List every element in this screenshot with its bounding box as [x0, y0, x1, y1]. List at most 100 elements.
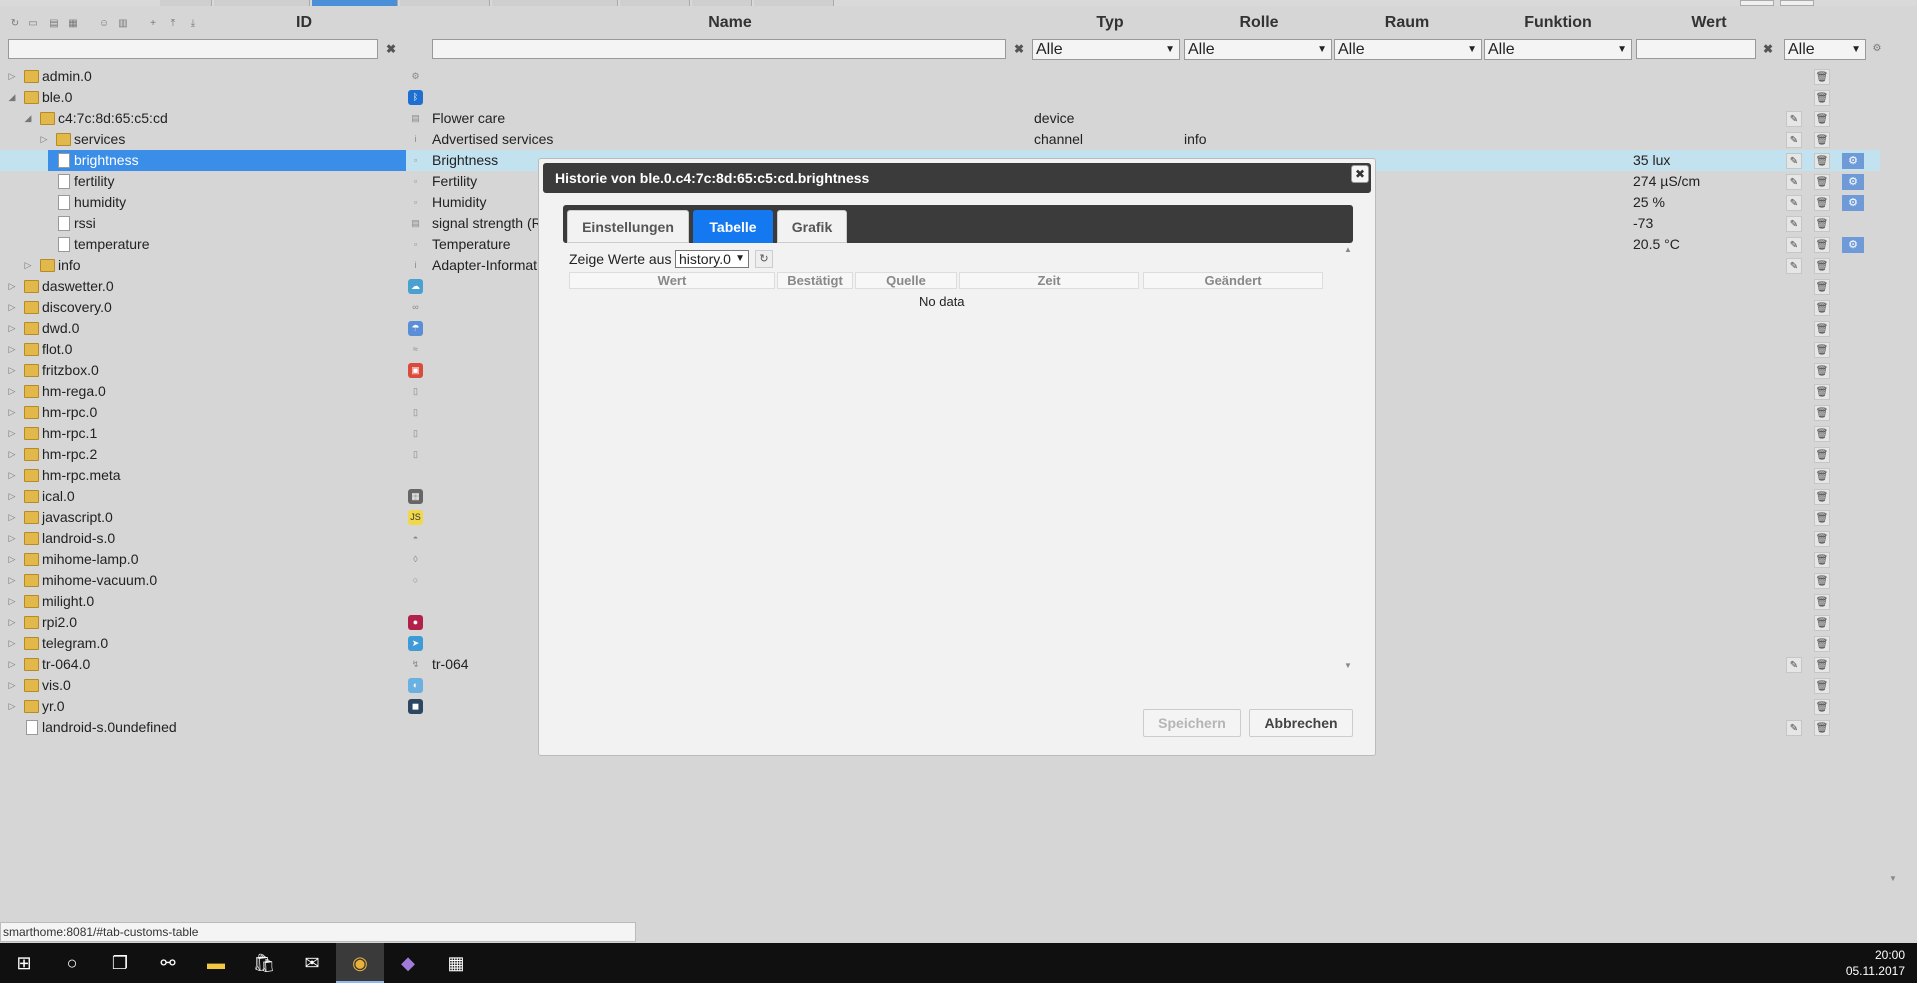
scroll-up-arrow[interactable]: ▲	[1344, 245, 1352, 254]
delete-icon[interactable]: 🗑	[1814, 720, 1830, 736]
delete-icon[interactable]: 🗑	[1814, 405, 1830, 421]
expand-triangle-icon[interactable]: ▷	[6, 612, 18, 633]
column-header-name[interactable]: Name	[700, 14, 760, 32]
expand-triangle-icon[interactable]: ▷	[6, 696, 18, 717]
edit-icon[interactable]: ✎	[1786, 195, 1802, 211]
column-header-raum[interactable]: Raum	[1372, 14, 1442, 32]
raum-filter-select[interactable]: Alle ▼	[1334, 39, 1482, 60]
expand-triangle-icon[interactable]: ▷	[6, 339, 18, 360]
save-button[interactable]: Speichern	[1143, 709, 1241, 737]
row-wert[interactable]: 274 µS/cm	[1633, 171, 1700, 192]
close-icon[interactable]: ✖	[1351, 165, 1369, 183]
cortana-icon[interactable]: ○	[48, 943, 96, 983]
file-explorer-icon[interactable]: ▬	[192, 943, 240, 983]
collapse-triangle-icon[interactable]: ◢	[6, 87, 18, 108]
folder-icon[interactable]: ▤	[47, 17, 61, 31]
collapse-icon[interactable]: ▭	[26, 17, 40, 31]
delete-icon[interactable]: 🗑	[1814, 657, 1830, 673]
expand-triangle-icon[interactable]: ▷	[22, 255, 34, 276]
delete-icon[interactable]: 🗑	[1814, 468, 1830, 484]
table-header-quelle[interactable]: Quelle	[855, 272, 957, 289]
column-header-typ[interactable]: Typ	[1080, 14, 1140, 32]
delete-icon[interactable]: 🗑	[1814, 132, 1830, 148]
folder-open-icon[interactable]: ▦	[66, 17, 80, 31]
delete-icon[interactable]: 🗑	[1814, 216, 1830, 232]
expand-triangle-icon[interactable]: ▷	[6, 423, 18, 444]
row-wert[interactable]: 25 %	[1633, 192, 1665, 213]
list-icon[interactable]: ▥	[116, 17, 130, 31]
chrome-icon[interactable]: ◉	[336, 943, 384, 983]
delete-icon[interactable]: 🗑	[1814, 573, 1830, 589]
page-scroll-down-arrow[interactable]: ▼	[1889, 874, 1897, 883]
mail-icon[interactable]: ✉	[288, 943, 336, 983]
delete-icon[interactable]: 🗑	[1814, 279, 1830, 295]
expand-triangle-icon[interactable]: ▷	[6, 402, 18, 423]
table-header-bestaetigt[interactable]: Bestätigt	[777, 272, 853, 289]
delete-icon[interactable]: 🗑	[1814, 447, 1830, 463]
funktion-filter-select[interactable]: Alle ▼	[1484, 39, 1632, 60]
delete-icon[interactable]: 🗑	[1814, 342, 1830, 358]
delete-icon[interactable]: 🗑	[1814, 552, 1830, 568]
delete-icon[interactable]: 🗑	[1814, 636, 1830, 652]
cancel-button[interactable]: Abbrechen	[1249, 709, 1353, 737]
table-header-geaendert[interactable]: Geändert	[1143, 272, 1323, 289]
column-header-rolle[interactable]: Rolle	[1224, 14, 1294, 32]
expand-triangle-icon[interactable]: ▷	[6, 570, 18, 591]
edit-icon[interactable]: ✎	[1786, 258, 1802, 274]
edit-icon[interactable]: ✎	[1786, 720, 1802, 736]
delete-icon[interactable]: 🗑	[1814, 678, 1830, 694]
column-header-id[interactable]: ID	[284, 14, 324, 32]
expand-triangle-icon[interactable]: ▷	[6, 528, 18, 549]
tab-tabelle[interactable]: Tabelle	[693, 210, 773, 243]
expand-triangle-icon[interactable]: ▷	[6, 318, 18, 339]
delete-icon[interactable]: 🗑	[1814, 363, 1830, 379]
expand-triangle-icon[interactable]: ▷	[6, 675, 18, 696]
tab-grafik[interactable]: Grafik	[777, 210, 847, 243]
store-icon[interactable]: 🛍	[240, 943, 288, 983]
row-wert[interactable]: 35 lux	[1633, 150, 1670, 171]
history-settings-gear-icon[interactable]: ⚙	[1842, 174, 1864, 190]
delete-icon[interactable]: 🗑	[1814, 384, 1830, 400]
expand-triangle-icon[interactable]: ▷	[6, 507, 18, 528]
delete-icon[interactable]: 🗑	[1814, 174, 1830, 190]
tree-row[interactable]: ◢ ble.0 ᛒ 🗑	[0, 87, 1880, 108]
task-view-icon[interactable]: ❐	[96, 943, 144, 983]
table-header-zeit[interactable]: Zeit	[959, 272, 1139, 289]
delete-icon[interactable]: 🗑	[1814, 510, 1830, 526]
delete-icon[interactable]: 🗑	[1814, 594, 1830, 610]
history-source-select[interactable]: history.0 ▼	[675, 250, 749, 268]
refresh-icon[interactable]: ↻	[8, 17, 22, 31]
edit-icon[interactable]: ✎	[1786, 237, 1802, 253]
table-header-wert[interactable]: Wert	[569, 272, 775, 289]
clear-id-filter-icon[interactable]: ✖	[384, 40, 398, 58]
name-filter-input[interactable]	[432, 39, 1006, 59]
collapse-triangle-icon[interactable]: ◢	[22, 108, 34, 129]
delete-icon[interactable]: 🗑	[1814, 237, 1830, 253]
upload-icon[interactable]: ⤒	[166, 17, 180, 31]
row-wert[interactable]: 20.5 °C	[1633, 234, 1680, 255]
history-settings-gear-icon[interactable]: ⚙	[1842, 195, 1864, 211]
edit-icon[interactable]: ✎	[1786, 174, 1802, 190]
delete-icon[interactable]: 🗑	[1814, 489, 1830, 505]
tree-row[interactable]: ▷ services i Advertised services channel info…	[0, 129, 1880, 150]
delete-icon[interactable]: 🗑	[1814, 258, 1830, 274]
id-filter-input[interactable]	[8, 39, 378, 59]
rolle-filter-select[interactable]: Alle ▼	[1184, 39, 1332, 60]
expand-triangle-icon[interactable]: ▷	[6, 381, 18, 402]
expand-triangle-icon[interactable]: ▷	[6, 66, 18, 87]
expand-triangle-icon[interactable]: ▷	[6, 297, 18, 318]
extra-filter-select[interactable]: Alle ▼	[1784, 39, 1866, 60]
refresh-icon[interactable]: ↻	[755, 250, 773, 268]
windows-start-icon[interactable]: ⊞	[0, 943, 48, 983]
delete-icon[interactable]: 🗑	[1814, 426, 1830, 442]
typ-filter-select[interactable]: Alle ▼	[1032, 39, 1180, 60]
delete-icon[interactable]: 🗑	[1814, 300, 1830, 316]
expand-triangle-icon[interactable]: ▷	[6, 654, 18, 675]
visual-studio-icon[interactable]: ◆	[384, 943, 432, 983]
delete-icon[interactable]: 🗑	[1814, 195, 1830, 211]
settings-gear-icon[interactable]: ⚙	[1870, 42, 1884, 56]
edit-icon[interactable]: ✎	[1786, 657, 1802, 673]
clock[interactable]: 20:00 05.11.2017	[1846, 947, 1905, 979]
clear-wert-filter-icon[interactable]: ✖	[1761, 40, 1775, 58]
edit-icon[interactable]: ✎	[1786, 132, 1802, 148]
